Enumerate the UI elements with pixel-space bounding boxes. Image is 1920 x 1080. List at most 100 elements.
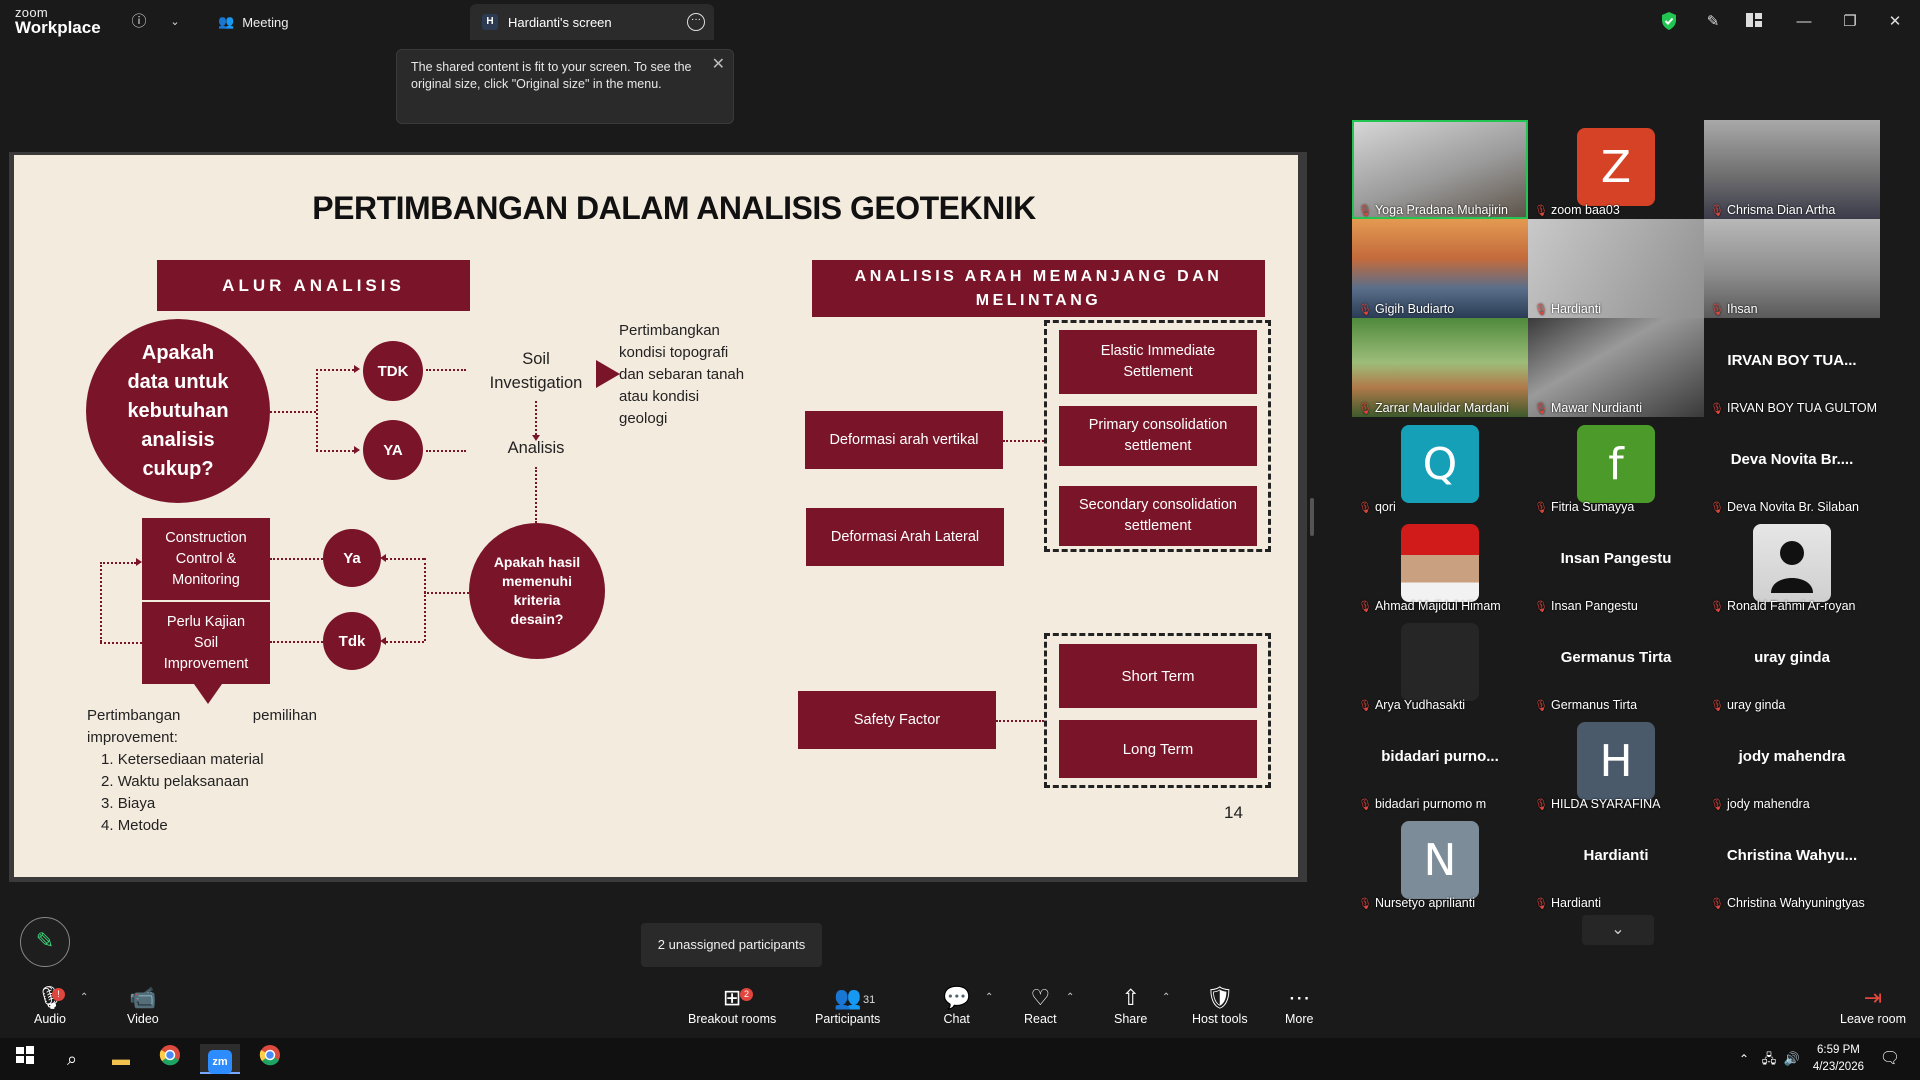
clock-date: 4/23/2026 <box>1812 1061 1864 1073</box>
file-explorer-icon[interactable]: ▬ <box>101 1044 141 1074</box>
muted-mic-icon: 🎙 <box>1710 798 1724 811</box>
audio-caret-icon[interactable]: ⌃ <box>80 992 88 1003</box>
participant-tile[interactable]: 🎙 Zarrar Maulidar Mardani <box>1352 318 1528 417</box>
zoom-taskbar-icon[interactable]: zm <box>200 1044 240 1074</box>
pointer-arrow <box>596 360 620 388</box>
participant-tile[interactable]: 🎙 Gigih Budiarto <box>1352 219 1528 318</box>
participant-tile[interactable]: Hardianti 🎙 Hardianti <box>1528 813 1704 912</box>
participant-name: 🎙 Hardianti <box>1534 302 1601 316</box>
participant-tile[interactable]: Christina Wahyu... 🎙 Christina Wahyuningty… <box>1704 813 1880 912</box>
q2-line-2: memenuhi <box>501 573 572 589</box>
minimize-icon[interactable]: — <box>1792 10 1816 34</box>
annotate-button[interactable]: ✎ <box>20 917 70 967</box>
leave-room-button[interactable]: ⇥ Leave room <box>1840 984 1906 1026</box>
participant-name-text: bidadari purnomo m <box>1374 797 1487 811</box>
participant-name-text: Deva Novita Br. Silaban <box>1726 500 1859 514</box>
participant-name: 🎙 uray ginda <box>1710 698 1785 712</box>
muted-mic-icon: 🎙 <box>1710 897 1724 910</box>
host-tools-button[interactable]: 🛡 Host tools <box>1192 984 1248 1026</box>
muted-mic-icon: 🎙 <box>1358 600 1372 613</box>
chat-button[interactable]: 💬 Chat <box>943 984 970 1026</box>
q1-line-3: kebutuhan <box>127 399 229 422</box>
participant-name-text: Insan Pangestu <box>1550 599 1638 613</box>
right-header-line-1: ANALISIS ARAH MEMANJANG DAN <box>854 267 1223 285</box>
muted-mic-icon: 🎙 <box>1358 798 1372 811</box>
windows-start-icon[interactable] <box>5 1044 45 1074</box>
kajian-line-2: Soil <box>193 634 219 651</box>
security-shield-icon[interactable] <box>1658 11 1680 33</box>
participant-tile[interactable]: 🎙 Yoga Pradana Muhajirin <box>1352 120 1528 219</box>
info-icon[interactable]: ⓘ <box>128 11 150 33</box>
more-icon: ⋯ <box>1288 985 1311 1010</box>
participant-tile[interactable]: Z 🎙 zoom baa03 <box>1528 120 1704 219</box>
participant-tile[interactable]: H 🎙 HILDA SYARAFINA <box>1528 714 1704 813</box>
react-caret-icon[interactable]: ⌃ <box>1066 992 1074 1003</box>
windows-taskbar: ⌕ ▬ zm ⌃ 🖧 🔊 6:59 PM 4/23/2026 🗨 <box>0 1038 1920 1080</box>
tooltip-close-icon[interactable]: ✕ <box>712 56 725 73</box>
connector-line <box>996 720 1044 722</box>
improvement-item-text: Ketersediaan material <box>117 751 264 768</box>
participant-tile[interactable]: Insan Pangestu 🎙 Insan Pangestu <box>1528 516 1704 615</box>
unassigned-participants-notice[interactable]: 2 unassigned participants <box>641 923 822 967</box>
meeting-button[interactable]: 👥 Meeting <box>218 10 288 34</box>
participant-name-text: Zarrar Maulidar Mardani <box>1374 401 1510 415</box>
note-line: Pertimbangkan <box>619 322 720 339</box>
chevron-down-icon[interactable]: ⌄ <box>164 11 186 33</box>
chrome-window-icon[interactable] <box>250 1044 290 1074</box>
participant-tile[interactable]: N 🎙 Nursetyo aprilianti <box>1352 813 1528 912</box>
connector-line <box>424 592 469 594</box>
view-layout-icon[interactable] <box>1743 11 1765 33</box>
participant-tile[interactable]: f 🎙 Fitria Sumayya <box>1528 417 1704 516</box>
share-caret-icon[interactable]: ⌃ <box>1162 992 1170 1003</box>
breakout-rooms-icon: ⊞ <box>722 985 742 1010</box>
taskbar-clock[interactable]: 6:59 PM 4/23/2026 <box>1813 1042 1864 1076</box>
kajian-line-3: Improvement <box>163 655 249 672</box>
breakout-label: Breakout rooms <box>688 1012 777 1026</box>
react-label: React <box>1024 1012 1057 1026</box>
participant-name: 🎙 Ronald Fahmi Ar-royan <box>1710 599 1856 613</box>
volume-icon[interactable]: 🔊 <box>1772 1044 1812 1074</box>
participant-tile[interactable]: Germanus Tirta 🎙 Germanus Tirta <box>1528 615 1704 714</box>
connector-line <box>426 369 466 371</box>
screen-share-tab[interactable]: H Hardianti's screen ··· <box>470 4 714 40</box>
video-label: Video <box>127 1012 159 1026</box>
panel-resize-handle[interactable] <box>1310 498 1314 536</box>
participant-tile[interactable]: 🎙 Hardianti <box>1528 219 1704 318</box>
participant-display-name: IRVAN BOY TUA... <box>1727 352 1857 369</box>
q1-line-4: analisis <box>141 428 215 451</box>
kajian-line-1: Perlu Kajian <box>166 613 246 630</box>
breakout-rooms-button[interactable]: ⊞ Breakout rooms <box>688 984 776 1026</box>
video-button[interactable]: 📹 Video <box>127 984 159 1026</box>
participant-tile[interactable]: 🎙 Ronald Fahmi Ar-royan <box>1704 516 1880 615</box>
gallery-scroll-down-icon[interactable]: ⌄ <box>1582 915 1654 945</box>
construction-line-3: Monitoring <box>172 571 240 588</box>
more-options-icon[interactable]: ··· <box>687 13 705 31</box>
react-button[interactable]: ♡ React <box>1024 984 1057 1026</box>
muted-mic-icon: 🎙 <box>1534 402 1548 415</box>
improvement-item-text: Waktu pelaksanaan <box>117 773 249 790</box>
participant-tile[interactable]: bidadari purno... 🎙 bidadari purnomo m <box>1352 714 1528 813</box>
participant-tile[interactable]: IRVAN BOY TUA... 🎙 IRVAN BOY TUA GULTOM <box>1704 318 1880 417</box>
participant-tile[interactable]: Deva Novita Br.... 🎙 Deva Novita Br. Silab… <box>1704 417 1880 516</box>
participant-tile[interactable]: 🎙 Chrisma Dian Artha <box>1704 120 1880 219</box>
muted-mic-icon: 🎙 <box>1534 204 1548 217</box>
participant-tile[interactable]: 🎙 Ahmad Majidul Himam <box>1352 516 1528 615</box>
close-window-icon[interactable]: ✕ <box>1883 10 1907 34</box>
participant-tile[interactable]: 🎙 Ihsan <box>1704 219 1880 318</box>
avatar: N <box>1401 821 1479 899</box>
notifications-icon[interactable]: 🗨 <box>1870 1044 1910 1074</box>
more-button[interactable]: ⋯ More <box>1285 984 1313 1026</box>
restore-icon[interactable]: ❐ <box>1838 10 1862 34</box>
annotate-pen-icon[interactable]: ✎ <box>1702 11 1724 33</box>
participant-tile[interactable]: Q 🎙 qori <box>1352 417 1528 516</box>
chrome-icon[interactable] <box>150 1044 190 1074</box>
muted-mic-icon: 🎙 <box>1710 402 1724 415</box>
participants-label: Participants <box>815 1012 881 1026</box>
participant-tile[interactable]: jody mahendra 🎙 jody mahendra <box>1704 714 1880 813</box>
participant-tile[interactable]: 🎙 Arya Yudhasakti <box>1352 615 1528 714</box>
share-button[interactable]: ⇧ Share <box>1114 984 1147 1026</box>
participant-tile[interactable]: uray ginda 🎙 uray ginda <box>1704 615 1880 714</box>
participant-tile[interactable]: 🎙 Mawar Nurdianti <box>1528 318 1704 417</box>
chat-caret-icon[interactable]: ⌃ <box>985 992 993 1003</box>
search-icon[interactable]: ⌕ <box>52 1044 92 1074</box>
